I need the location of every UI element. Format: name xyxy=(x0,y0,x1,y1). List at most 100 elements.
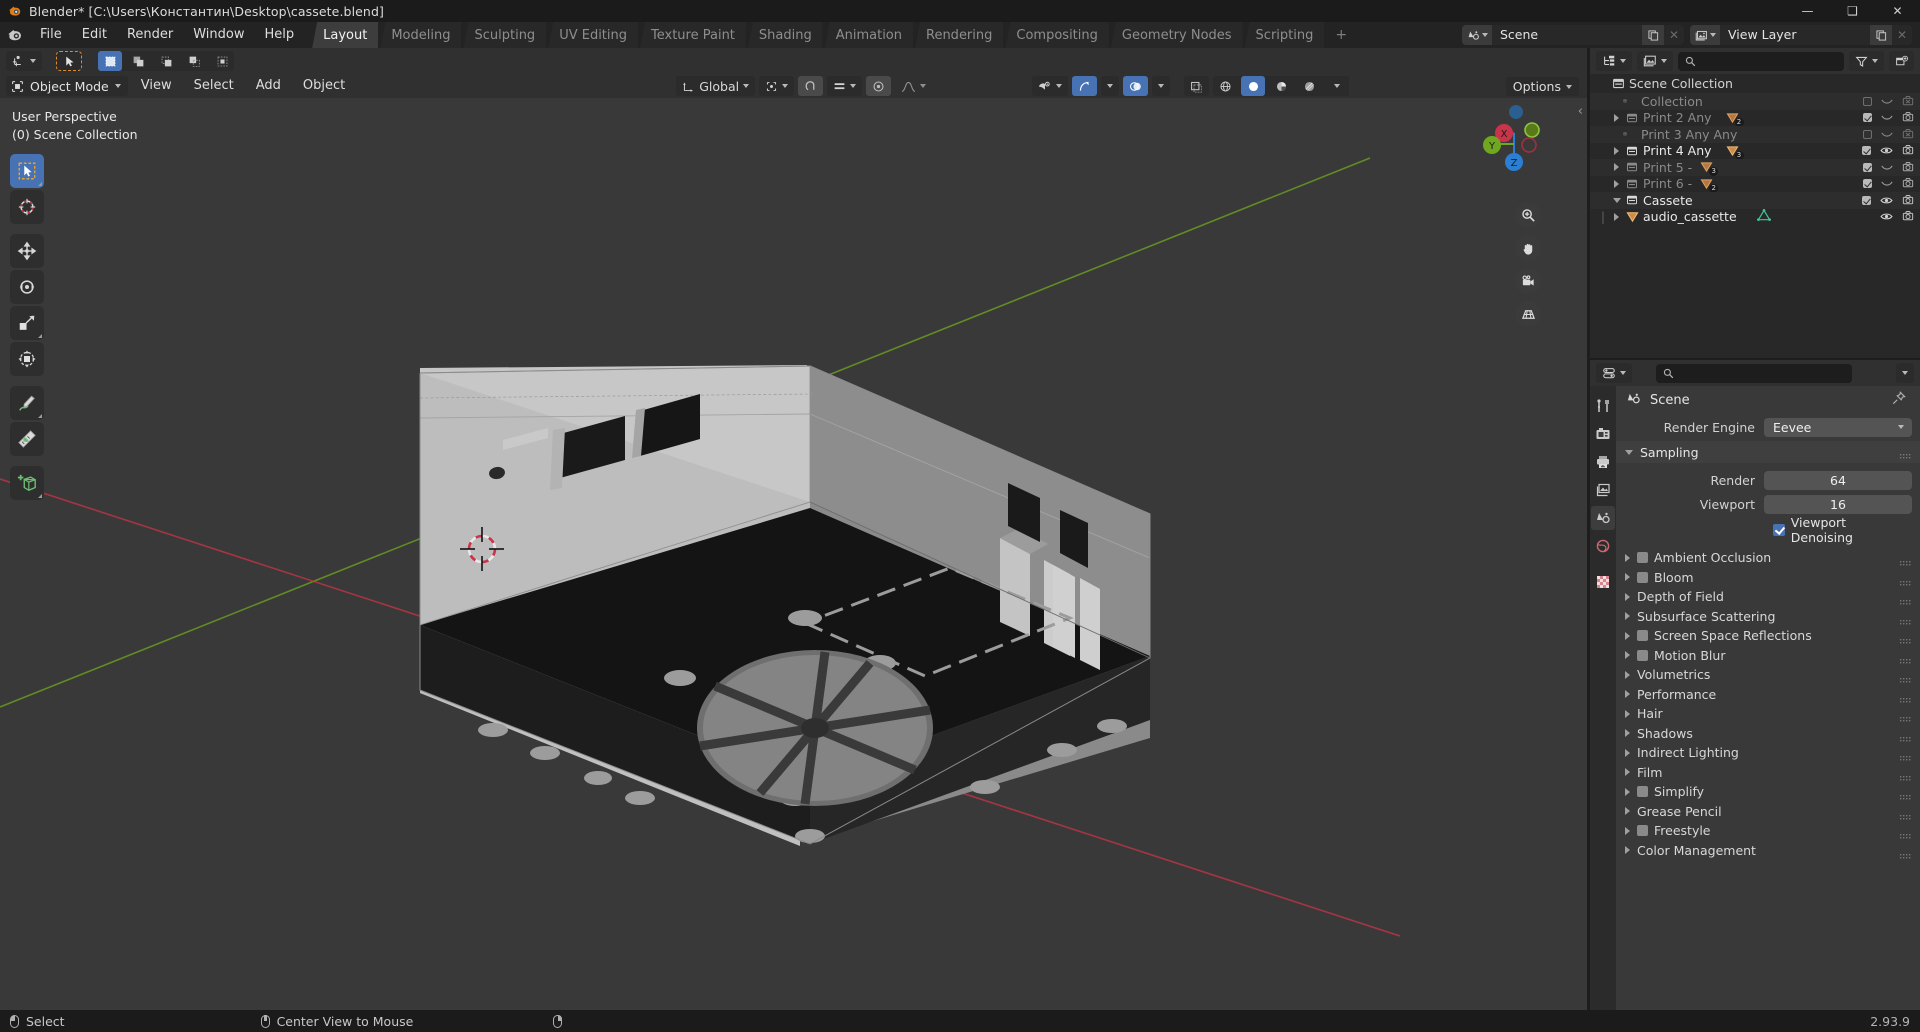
tab-uv-editing[interactable]: UV Editing xyxy=(548,22,639,48)
rotate-tool[interactable] xyxy=(10,270,44,304)
menu-help[interactable]: Help xyxy=(255,25,305,45)
select-invert-icon[interactable] xyxy=(182,51,206,71)
tab-tool[interactable] xyxy=(1591,394,1615,418)
panel-ambient-occlusion[interactable]: Ambient Occlusion xyxy=(1616,548,1920,568)
annotate-tool[interactable] xyxy=(10,386,44,420)
panel-freestyle[interactable]: Freestyle xyxy=(1616,821,1920,841)
view-layer-name[interactable]: View Layer xyxy=(1720,25,1870,45)
camera-icon[interactable] xyxy=(1515,268,1541,294)
view-layer-selector[interactable]: View Layer ✕ xyxy=(1690,25,1912,45)
outliner-row-print-6[interactable]: Print 6 - 2 xyxy=(1590,176,1920,193)
viewport-menu-select[interactable]: Select xyxy=(185,76,243,96)
hide-viewport-icon[interactable] xyxy=(1881,110,1893,125)
viewport-menu-add[interactable]: Add xyxy=(247,76,290,96)
disclosure-triangle[interactable] xyxy=(1610,197,1623,203)
disclosure-triangle[interactable] xyxy=(1610,163,1623,172)
panel-bloom[interactable]: Bloom xyxy=(1616,568,1920,588)
add-workspace-button[interactable]: + xyxy=(1326,22,1356,48)
scene-selector[interactable]: Scene ✕ xyxy=(1462,25,1684,45)
move-tool[interactable] xyxy=(10,234,44,268)
panel-checkbox[interactable] xyxy=(1637,825,1648,837)
select-subtract-icon[interactable] xyxy=(154,51,178,71)
disable-render-icon[interactable] xyxy=(1902,143,1914,158)
exclude-checkbox[interactable] xyxy=(1863,113,1872,123)
hide-viewport-icon[interactable] xyxy=(1881,94,1893,109)
viewport-denoising-row[interactable]: Viewport Denoising xyxy=(1616,515,1920,545)
panel-color-management[interactable]: Color Management xyxy=(1616,841,1920,861)
wireframe-shading-icon[interactable] xyxy=(1213,76,1237,96)
scene-name[interactable]: Scene xyxy=(1492,25,1642,45)
exclude-checkbox[interactable] xyxy=(1863,96,1872,106)
menu-file[interactable]: File xyxy=(30,25,72,45)
properties-search-input[interactable] xyxy=(1656,363,1852,383)
overlays-settings[interactable] xyxy=(1152,76,1170,96)
minimize-button[interactable]: — xyxy=(1785,0,1830,22)
hide-viewport-icon[interactable] xyxy=(1880,143,1893,158)
outliner-row-audio-cassette[interactable]: | audio_cassette xyxy=(1590,208,1920,226)
panel-checkbox[interactable] xyxy=(1637,786,1648,798)
panel-depth-of-field[interactable]: Depth of Field xyxy=(1616,587,1920,607)
panel-simplify[interactable]: Simplify xyxy=(1616,782,1920,802)
select-intersect-icon[interactable] xyxy=(210,51,234,71)
navigation-gizmo[interactable]: X Y Z xyxy=(1465,100,1549,184)
proportional-editing-toggle[interactable] xyxy=(866,76,892,96)
close-button[interactable]: ✕ xyxy=(1875,0,1920,22)
exclude-checkbox[interactable] xyxy=(1863,162,1872,172)
sampling-section-header[interactable]: Sampling xyxy=(1616,441,1920,463)
outliner-row-scene-collection[interactable]: Scene Collection xyxy=(1590,74,1920,93)
panel-subsurface-scattering[interactable]: Subsurface Scattering xyxy=(1616,607,1920,627)
scale-tool[interactable] xyxy=(10,306,44,340)
exclude-checkbox[interactable] xyxy=(1862,146,1871,156)
outliner-row-print-4-any[interactable]: Print 4 Any 3 xyxy=(1590,143,1920,160)
snap-settings[interactable] xyxy=(827,76,863,96)
object-mode-selector[interactable]: Object Mode xyxy=(6,76,128,96)
tab-scene[interactable] xyxy=(1591,506,1615,530)
disable-render-icon[interactable] xyxy=(1902,127,1914,142)
tab-rendering[interactable]: Rendering xyxy=(915,22,1004,48)
unlink-scene-button[interactable]: ✕ xyxy=(1664,25,1684,45)
view-layer-icon[interactable] xyxy=(1690,25,1720,45)
xray-toggle[interactable] xyxy=(1184,76,1209,96)
panel-indirect-lighting[interactable]: Indirect Lighting xyxy=(1616,743,1920,763)
panel-checkbox[interactable] xyxy=(1637,649,1648,661)
new-view-layer-button[interactable] xyxy=(1870,25,1892,45)
tab-compositing[interactable]: Compositing xyxy=(1005,22,1109,48)
pan-hand-icon[interactable] xyxy=(1515,235,1541,261)
tab-texture-paint[interactable]: Texture Paint xyxy=(640,22,746,48)
tab-shading[interactable]: Shading xyxy=(747,22,823,48)
render-samples-value[interactable]: 64 xyxy=(1764,471,1912,490)
outliner-row-print-3-any-any[interactable]: Print 3 Any Any xyxy=(1590,126,1920,143)
panel-shadows[interactable]: Shadows xyxy=(1616,724,1920,744)
exclude-checkbox[interactable] xyxy=(1863,179,1872,189)
tab-geometry-nodes[interactable]: Geometry Nodes xyxy=(1110,22,1243,48)
tab-layout[interactable]: Layout xyxy=(312,22,379,48)
panel-hair[interactable]: Hair xyxy=(1616,704,1920,724)
outliner-search-input[interactable] xyxy=(1678,51,1844,71)
properties-options-button[interactable] xyxy=(1896,363,1914,383)
measure-tool[interactable] xyxy=(10,422,44,456)
tab-modeling[interactable]: Modeling xyxy=(380,22,462,48)
viewport-menu-view[interactable]: View xyxy=(132,76,181,96)
disable-render-icon[interactable] xyxy=(1902,94,1914,109)
select-set-icon[interactable] xyxy=(98,51,122,71)
exclude-checkbox[interactable] xyxy=(1862,195,1871,205)
remove-view-layer-button[interactable]: ✕ xyxy=(1892,25,1912,45)
material-preview-shading-icon[interactable] xyxy=(1269,76,1293,96)
shading-settings[interactable] xyxy=(1325,76,1349,96)
show-gizmo-selector[interactable] xyxy=(1032,76,1068,96)
panel-checkbox[interactable] xyxy=(1637,571,1648,583)
transform-orientation-selector[interactable]: Global xyxy=(676,76,756,96)
tab-scripting[interactable]: Scripting xyxy=(1244,22,1325,48)
disclosure-triangle[interactable] xyxy=(1610,113,1623,122)
outliner-filter-button[interactable] xyxy=(1849,51,1884,71)
disclosure-triangle[interactable] xyxy=(1610,146,1623,155)
scene-icon[interactable] xyxy=(1462,25,1492,45)
outliner-row-print-5[interactable]: Print 5 - 3 xyxy=(1590,159,1920,177)
menu-edit[interactable]: Edit xyxy=(72,25,117,45)
panel-checkbox[interactable] xyxy=(1637,630,1648,642)
exclude-checkbox[interactable] xyxy=(1863,129,1872,139)
pin-icon[interactable] xyxy=(1892,391,1910,409)
disable-render-icon[interactable] xyxy=(1902,110,1914,125)
pivot-point-selector[interactable] xyxy=(759,76,795,96)
outliner-display-mode-selector[interactable] xyxy=(1637,51,1673,71)
